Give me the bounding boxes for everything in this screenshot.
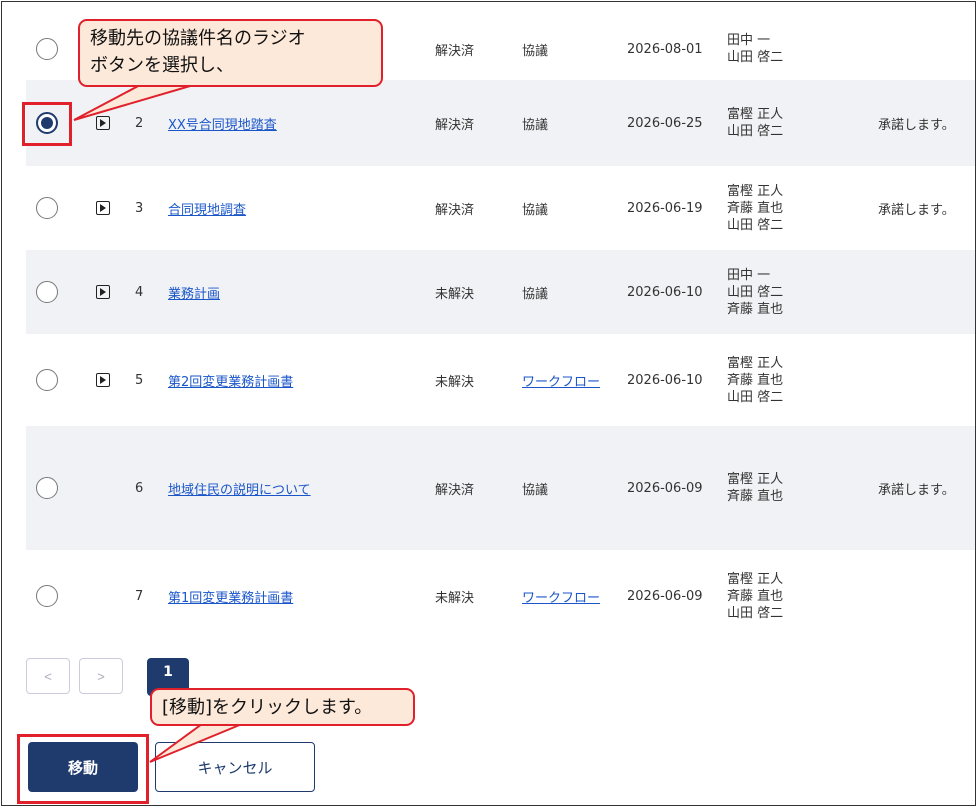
callout-line-2: ボタンを選択し、 xyxy=(90,55,234,76)
dialog-frame: 解決済 協議 2026-08-01 田中 一山田 啓二 2 XX号合同現地踏査 解決済 協議 2… xyxy=(1,1,976,806)
callout-line-1: 移動先の協議件名のラジオ xyxy=(90,28,306,49)
callout-tails xyxy=(73,83,243,763)
callout-click-move-text: [移動]をクリックします。 xyxy=(162,697,373,718)
click-move-callout: [移動]をクリックします。 xyxy=(150,688,415,726)
select-radio-callout: 移動先の協議件名のラジオ ボタンを選択し、 xyxy=(78,19,383,87)
